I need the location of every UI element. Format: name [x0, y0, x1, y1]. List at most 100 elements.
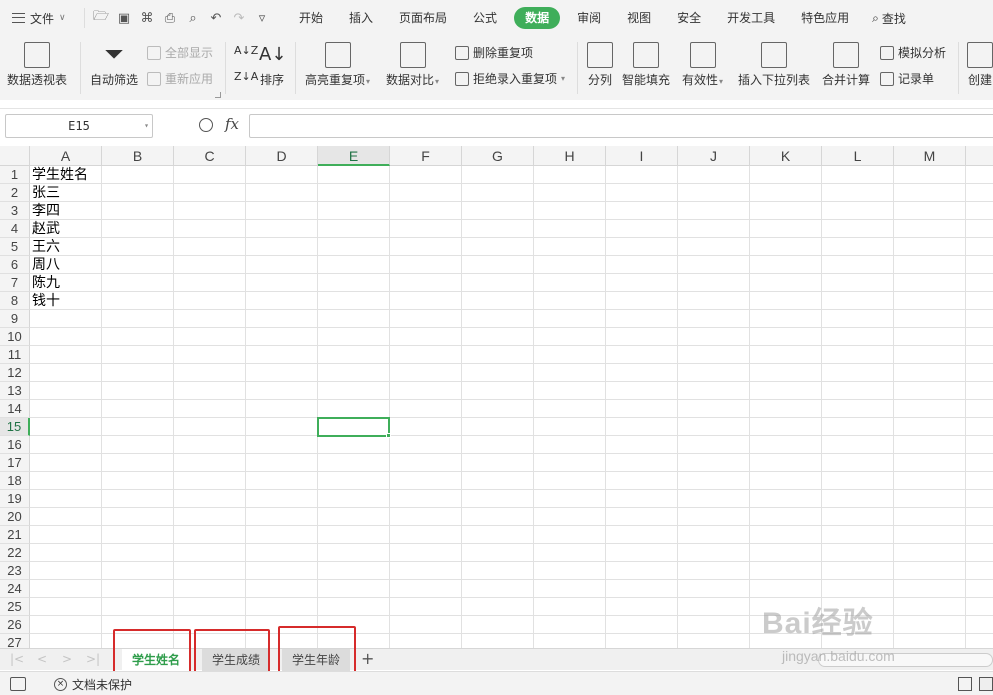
column-header-e[interactable]: E — [318, 146, 390, 166]
row-header-6[interactable]: 6 — [0, 256, 30, 274]
row-header-14[interactable]: 14 — [0, 400, 30, 418]
column-header-k[interactable]: K — [750, 146, 822, 166]
formula-input[interactable] — [249, 114, 993, 138]
flash-fill-button[interactable]: 智能填充 — [622, 36, 670, 87]
data-compare-button[interactable]: 数据对比▾ — [386, 36, 439, 89]
chevron-down-icon[interactable]: ▾ — [144, 115, 149, 137]
tab-formulas[interactable]: 公式 — [460, 7, 510, 29]
row-header-25[interactable]: 25 — [0, 598, 30, 616]
row-header-17[interactable]: 17 — [0, 454, 30, 472]
sort-ascending-button[interactable]: A↓Z — [234, 44, 258, 57]
normal-view-icon[interactable] — [979, 677, 993, 691]
selected-cell-e15[interactable] — [317, 417, 391, 438]
pivot-table-button[interactable]: 数据透视表 — [7, 36, 67, 87]
row-header-9[interactable]: 9 — [0, 310, 30, 328]
next-sheet-icon[interactable]: > — [62, 652, 72, 666]
create-group-button[interactable]: 创建 — [967, 36, 993, 87]
first-sheet-icon[interactable]: |< — [10, 652, 24, 666]
row-header-5[interactable]: 5 — [0, 238, 30, 256]
tab-page-layout[interactable]: 页面布局 — [386, 7, 460, 29]
cell-a4[interactable]: 赵武 — [32, 220, 60, 238]
format-painter-icon[interactable]: ⌘ — [137, 9, 157, 27]
print-preview-icon[interactable]: ⌕ — [183, 9, 203, 27]
tab-view[interactable]: 视图 — [614, 7, 664, 29]
cell-a6[interactable]: 周八 — [32, 256, 60, 274]
zoom-icon[interactable] — [199, 118, 213, 132]
tab-security[interactable]: 安全 — [664, 7, 714, 29]
tab-special[interactable]: 特色应用 — [788, 7, 862, 29]
row-header-2[interactable]: 2 — [0, 184, 30, 202]
consolidate-button[interactable]: 合并计算 — [822, 36, 870, 87]
fullscreen-icon[interactable] — [958, 677, 972, 691]
select-all-corner[interactable] — [0, 146, 30, 166]
status-doc-icon[interactable] — [10, 677, 26, 691]
column-header-c[interactable]: C — [174, 146, 246, 166]
column-header-i[interactable]: I — [606, 146, 678, 166]
print-icon[interactable]: ⎙ — [160, 9, 180, 27]
column-header-h[interactable]: H — [534, 146, 606, 166]
text-to-columns-button[interactable]: 分列 — [587, 36, 613, 87]
cell-a7[interactable]: 陈九 — [32, 274, 60, 292]
column-header-g[interactable]: G — [462, 146, 534, 166]
column-header-f[interactable]: F — [390, 146, 462, 166]
row-header-21[interactable]: 21 — [0, 526, 30, 544]
document-protection-status[interactable]: × 文档未保护 — [54, 676, 132, 693]
redo-icon[interactable]: ↷ — [229, 9, 249, 27]
reject-duplicates-button[interactable]: 拒绝录入重复项 ▾ — [455, 70, 565, 87]
save-icon[interactable]: ▣ — [114, 9, 134, 27]
row-header-23[interactable]: 23 — [0, 562, 30, 580]
row-header-20[interactable]: 20 — [0, 508, 30, 526]
row-header-12[interactable]: 12 — [0, 364, 30, 382]
last-sheet-icon[interactable]: >| — [86, 652, 100, 666]
fx-icon[interactable]: fx — [225, 115, 239, 133]
highlight-duplicates-button[interactable]: 高亮重复项▾ — [305, 36, 370, 89]
undo-icon[interactable]: ↶ — [206, 9, 226, 27]
column-header-j[interactable]: J — [678, 146, 750, 166]
delete-duplicates-button[interactable]: 删除重复项 — [455, 44, 533, 61]
row-header-7[interactable]: 7 — [0, 274, 30, 292]
tab-developer[interactable]: 开发工具 — [714, 7, 788, 29]
name-box[interactable]: E15 ▾ — [5, 114, 153, 138]
prev-sheet-icon[interactable]: < — [37, 652, 47, 666]
cell-a2[interactable]: 张三 — [32, 184, 60, 202]
row-header-15[interactable]: 15 — [0, 418, 30, 436]
tab-insert[interactable]: 插入 — [336, 7, 386, 29]
fill-handle[interactable] — [386, 433, 391, 438]
what-if-analysis-button[interactable]: 模拟分析 — [880, 44, 946, 61]
row-header-3[interactable]: 3 — [0, 202, 30, 220]
row-header-4[interactable]: 4 — [0, 220, 30, 238]
column-header-m[interactable]: M — [894, 146, 966, 166]
file-menu-button[interactable]: 文件 ∨ — [0, 10, 84, 27]
row-header-11[interactable]: 11 — [0, 346, 30, 364]
show-all-button[interactable]: 全部显示 — [147, 44, 213, 61]
row-header-27[interactable]: 27 — [0, 634, 30, 648]
sort-button[interactable]: A↓ 排序 — [259, 36, 286, 87]
column-header-d[interactable]: D — [246, 146, 318, 166]
column-header-b[interactable]: B — [102, 146, 174, 166]
column-header-l[interactable]: L — [822, 146, 894, 166]
tab-review[interactable]: 审阅 — [564, 7, 614, 29]
row-header-1[interactable]: 1 — [0, 166, 30, 184]
row-header-19[interactable]: 19 — [0, 490, 30, 508]
row-header-18[interactable]: 18 — [0, 472, 30, 490]
reapply-button[interactable]: 重新应用 — [147, 70, 213, 87]
row-header-8[interactable]: 8 — [0, 292, 30, 310]
row-header-10[interactable]: 10 — [0, 328, 30, 346]
row-header-22[interactable]: 22 — [0, 544, 30, 562]
sort-descending-button[interactable]: Z↓A — [234, 70, 258, 83]
cell-a5[interactable]: 王六 — [32, 238, 60, 256]
customize-dropdown-icon[interactable]: ▿ — [252, 9, 272, 27]
tab-home[interactable]: 开始 — [286, 7, 336, 29]
row-header-13[interactable]: 13 — [0, 382, 30, 400]
cell-a3[interactable]: 李四 — [32, 202, 60, 220]
column-header-partial[interactable] — [966, 146, 993, 166]
row-header-16[interactable]: 16 — [0, 436, 30, 454]
search-button[interactable]: ⌕ 查找 — [872, 10, 906, 27]
dialog-launcher-icon[interactable] — [215, 92, 221, 98]
open-folder-icon[interactable]: 🗁 — [91, 9, 111, 27]
autofilter-button[interactable]: ⏷ 自动筛选 — [90, 36, 138, 87]
cell-a8[interactable]: 钱十 — [32, 292, 60, 310]
insert-dropdown-list-button[interactable]: 插入下拉列表 — [738, 36, 810, 87]
cell-a1[interactable]: 学生姓名 — [32, 166, 88, 184]
row-header-26[interactable]: 26 — [0, 616, 30, 634]
